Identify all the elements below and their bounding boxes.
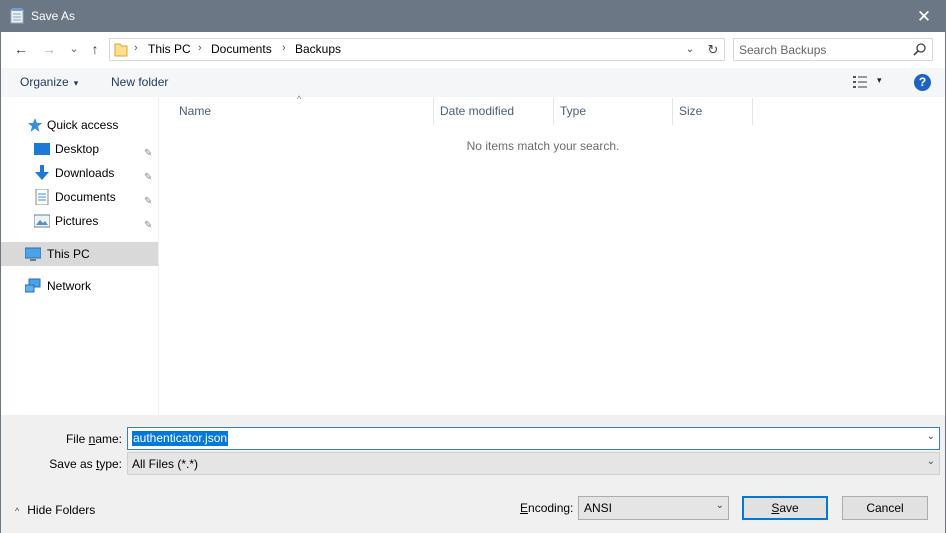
downloads-icon [35,165,49,180]
desktop-icon [34,143,50,155]
column-header-name[interactable]: Name [173,98,434,125]
encoding-value: ANSI [584,501,613,515]
breadcrumb-separator[interactable]: › [134,42,138,54]
search-icon[interactable] [912,42,928,58]
file-name-label: File name: [65,432,122,446]
chevron-up-icon: ^ [15,506,20,516]
view-options-caret-icon[interactable]: ▾ [877,75,882,86]
forward-button[interactable]: → [39,39,59,59]
nav-item-label: Pictures [55,214,99,228]
encoding-select[interactable]: ANSI ⌄ [578,496,729,520]
new-folder-button[interactable]: New folder [111,75,168,89]
star-icon [28,118,42,132]
computer-icon [25,247,41,261]
search-box[interactable] [733,38,933,61]
nav-item-downloads[interactable]: Downloads ✎ [1,161,159,185]
hide-folders-button[interactable]: ^ Hide Folders [15,503,95,517]
chevron-down-icon[interactable]: ⌄ [716,500,724,511]
title-bar[interactable]: Save As ✕ [1,1,945,32]
organize-menu-button[interactable]: Organize ▾ [20,75,78,89]
breadcrumb-documents[interactable]: Documents [211,42,272,56]
up-button[interactable]: ↑ [85,39,105,59]
refresh-button[interactable]: ↻ [704,41,722,59]
chevron-down-icon[interactable]: ⌄ [927,456,935,467]
nav-item-label: Desktop [55,142,100,156]
help-button[interactable]: ? [914,74,931,91]
breadcrumb-backups[interactable]: Backups [295,42,341,56]
folder-icon [114,43,128,57]
nav-item-this-pc[interactable]: This PC [1,242,158,266]
organize-label: Organize [20,75,69,89]
chevron-down-icon[interactable]: ⌄ [927,431,935,442]
column-header-date-modified[interactable]: Date modified [434,98,554,125]
close-button[interactable]: ✕ [903,1,945,32]
network-icon [25,278,41,293]
breadcrumb-separator[interactable]: › [198,42,202,54]
nav-item-label: Quick access [47,118,119,132]
empty-folder-text: No items match your search. [466,139,620,153]
window-title: Save As [31,9,76,23]
nav-item-quick-access[interactable]: Quick access [1,113,159,137]
column-header-size[interactable]: Size [673,98,753,125]
nav-item-network[interactable]: Network [1,274,159,298]
file-list[interactable]: ^ Name Date modified Type Size No items … [161,94,945,415]
breadcrumb-this-pc[interactable]: This PC [148,42,191,56]
encoding-label: Encoding: [520,501,574,515]
nav-item-label: This PC [47,247,90,261]
cancel-button[interactable]: Cancel [842,496,928,520]
caret-down-icon: ▾ [73,78,79,88]
save-as-type-label: Save as type: [49,457,122,471]
nav-item-pictures[interactable]: Pictures ✎ [1,209,159,233]
hide-folders-label: Hide Folders [27,503,96,517]
nav-item-label: Network [47,279,92,293]
pin-icon: ✎ [144,220,153,231]
nav-item-label: Documents [55,190,116,204]
save-button[interactable]: Save [742,496,828,520]
command-toolbar: Organize ▾ New folder ▾ ? [1,68,945,97]
address-bar[interactable]: › This PC › Documents › Backups ⌄ ↻ [109,38,725,61]
address-dropdown-button[interactable]: ⌄ [683,41,697,59]
empty-folder-message: No items match your search. [152,139,936,153]
view-options-icon[interactable] [852,75,868,89]
pictures-icon [34,214,50,228]
file-name-value[interactable]: authenticator.json [132,431,229,446]
save-options-panel: File name: authenticator.json ⌄ Save as … [1,415,945,533]
documents-icon [35,189,49,205]
save-as-type-value: All Files (*.*) [132,457,199,471]
nav-item-documents[interactable]: Documents ✎ [1,185,159,209]
search-input[interactable] [739,41,909,58]
notepad-icon [10,8,24,24]
nav-item-desktop[interactable]: Desktop ✎ [1,137,159,161]
back-button[interactable]: ← [11,39,31,59]
save-as-dialog: Save As ✕ ← → ⌄ ↑ › This PC › Documents … [0,0,946,533]
column-header-type[interactable]: Type [554,98,673,125]
navigation-pane[interactable]: Quick access Desktop ✎ Downloads ✎ Docum… [1,98,159,415]
save-as-type-select[interactable]: All Files (*.*) ⌄ [127,452,940,475]
nav-item-label: Downloads [55,166,115,180]
recent-locations-button[interactable]: ⌄ [64,39,84,59]
breadcrumb-separator[interactable]: › [282,42,286,54]
file-name-input[interactable]: authenticator.json ⌄ [127,427,940,450]
